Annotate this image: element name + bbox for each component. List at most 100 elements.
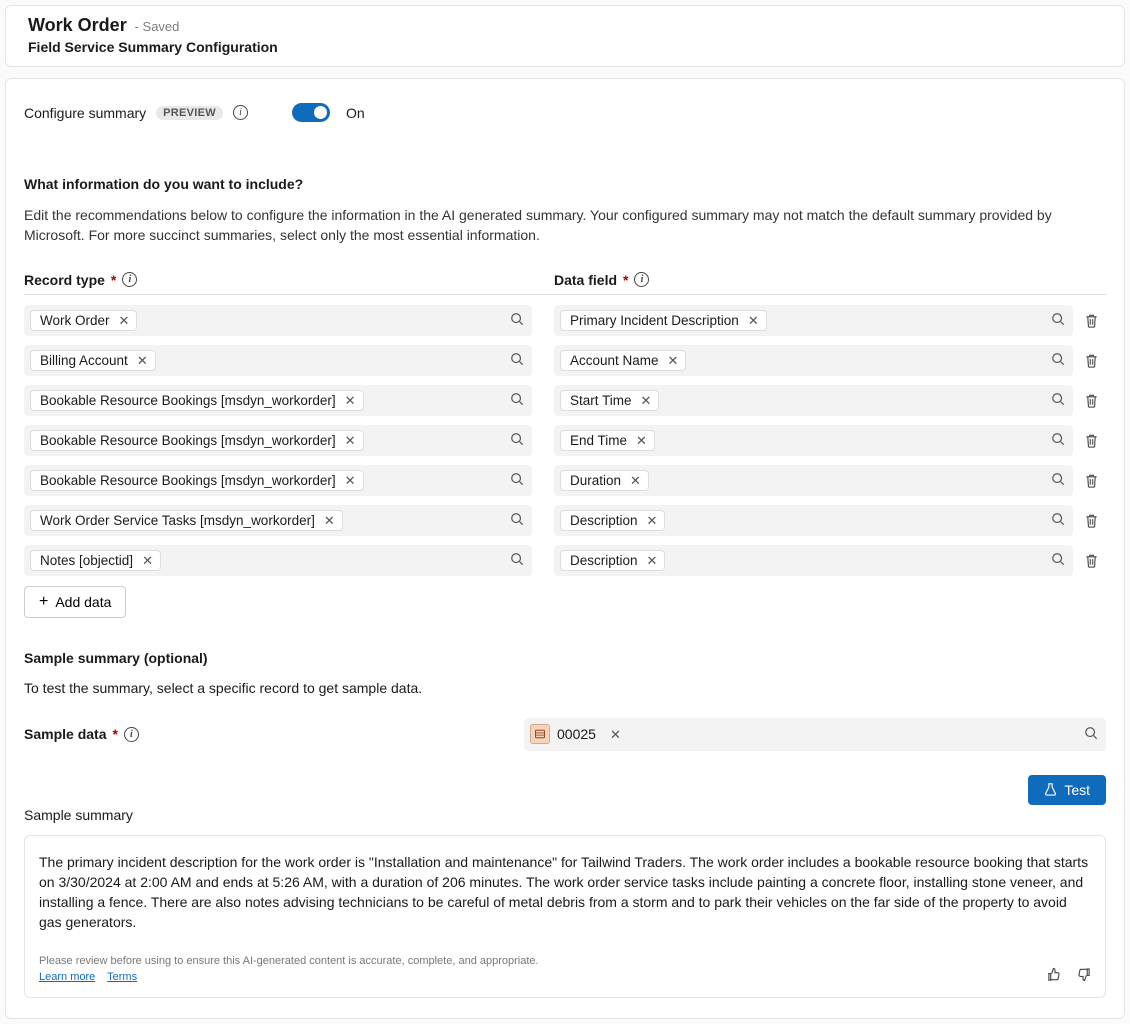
selected-chip: Description✕ — [560, 550, 665, 571]
close-icon[interactable]: ✕ — [636, 434, 647, 447]
learn-more-link[interactable]: Learn more — [39, 971, 95, 983]
info-icon[interactable]: i — [634, 272, 649, 287]
search-icon[interactable] — [1051, 352, 1065, 369]
search-icon[interactable] — [510, 512, 524, 529]
terms-link[interactable]: Terms — [107, 971, 137, 983]
record-type-lookup[interactable]: Bookable Resource Bookings [msdyn_workor… — [24, 425, 532, 456]
search-icon[interactable] — [1051, 392, 1065, 409]
info-icon[interactable]: i — [233, 105, 248, 120]
test-button-label: Test — [1064, 782, 1090, 798]
page-header-card: Work Order - Saved Field Service Summary… — [5, 5, 1125, 67]
close-icon[interactable]: ✕ — [142, 554, 153, 567]
thumbs-down-icon[interactable] — [1076, 967, 1091, 985]
info-icon[interactable]: i — [122, 272, 137, 287]
config-row: Bookable Resource Bookings [msdyn_workor… — [24, 385, 1106, 416]
selected-chip: Start Time ✕ — [560, 390, 659, 411]
config-row: Bookable Resource Bookings [msdyn_workor… — [24, 425, 1106, 456]
search-icon[interactable] — [1051, 512, 1065, 529]
sample-data-value: 00025 — [557, 726, 596, 742]
config-row: Notes [objectid]✕ Description✕ — [24, 545, 1106, 576]
data-field-lookup[interactable]: End Time✕ — [554, 425, 1073, 456]
page-subtitle: Field Service Summary Configuration — [28, 39, 1102, 55]
chip-label: Bookable Resource Bookings [msdyn_workor… — [40, 433, 336, 448]
data-field-lookup[interactable]: Duration ✕ — [554, 465, 1073, 496]
delete-row-button[interactable] — [1076, 393, 1106, 408]
chip-label: Description — [570, 513, 638, 528]
config-row: Billing Account✕Account Name✕ — [24, 345, 1106, 376]
search-icon[interactable] — [1051, 472, 1065, 489]
data-field-lookup[interactable]: Description ✕ — [554, 505, 1073, 536]
close-icon[interactable]: ✕ — [345, 434, 356, 447]
sample-summary-hint: To test the summary, select a specific r… — [24, 680, 1106, 696]
close-icon[interactable]: ✕ — [345, 394, 356, 407]
search-icon[interactable] — [510, 432, 524, 449]
record-type-lookup[interactable]: Bookable Resource Bookings [msdyn_workor… — [24, 385, 532, 416]
delete-row-button[interactable] — [1076, 513, 1106, 528]
record-type-lookup[interactable]: Work Order✕ — [24, 305, 532, 336]
selected-chip: Account Name✕ — [560, 350, 686, 371]
delete-row-button[interactable] — [1076, 553, 1106, 568]
chip-label: Duration — [570, 473, 621, 488]
data-field-header: Data field — [554, 272, 617, 288]
thumbs-up-icon[interactable] — [1047, 967, 1062, 985]
close-icon[interactable]: ✕ — [647, 554, 658, 567]
chip-label: Billing Account — [40, 353, 128, 368]
main-card: Configure summary PREVIEW i On What info… — [5, 78, 1125, 1019]
data-field-lookup[interactable]: Start Time ✕ — [554, 385, 1073, 416]
data-field-lookup[interactable]: Primary Incident Description✕ — [554, 305, 1073, 336]
selected-chip: Notes [objectid]✕ — [30, 550, 161, 571]
data-field-lookup[interactable]: Description✕ — [554, 545, 1073, 576]
close-icon[interactable]: ✕ — [324, 514, 335, 527]
sample-data-label: Sample data — [24, 726, 106, 742]
record-type-lookup[interactable]: Bookable Resource Bookings [msdyn_workor… — [24, 465, 532, 496]
configure-summary-toggle[interactable] — [292, 103, 330, 122]
delete-row-button[interactable] — [1076, 433, 1106, 448]
include-description: Edit the recommendations below to config… — [24, 205, 1106, 246]
add-data-button[interactable]: + Add data — [24, 586, 126, 618]
info-icon[interactable]: i — [124, 727, 139, 742]
search-icon[interactable] — [510, 392, 524, 409]
config-row: Bookable Resource Bookings [msdyn_workor… — [24, 465, 1106, 496]
data-field-lookup[interactable]: Account Name✕ — [554, 345, 1073, 376]
close-icon[interactable]: ✕ — [137, 354, 148, 367]
close-icon[interactable]: ✕ — [119, 314, 130, 327]
close-icon[interactable]: ✕ — [668, 354, 679, 367]
sample-summary-box: The primary incident description for the… — [24, 835, 1106, 998]
close-icon[interactable]: ✕ — [610, 728, 621, 741]
record-type-lookup[interactable]: Work Order Service Tasks [msdyn_workorde… — [24, 505, 532, 536]
search-icon[interactable] — [510, 312, 524, 329]
chip-label: Start Time — [570, 393, 632, 408]
search-icon[interactable] — [1051, 552, 1065, 569]
selected-chip: Duration ✕ — [560, 470, 649, 491]
close-icon[interactable]: ✕ — [630, 474, 641, 487]
record-type-lookup[interactable]: Billing Account ✕ — [24, 345, 532, 376]
configure-summary-label: Configure summary — [24, 105, 146, 121]
close-icon[interactable]: ✕ — [647, 514, 658, 527]
search-icon[interactable] — [510, 472, 524, 489]
selected-chip: Primary Incident Description✕ — [560, 310, 767, 331]
search-icon[interactable] — [510, 552, 524, 569]
delete-row-button[interactable] — [1076, 473, 1106, 488]
record-type-lookup[interactable]: Notes [objectid]✕ — [24, 545, 532, 576]
include-question: What information do you want to include? — [24, 176, 1106, 192]
selected-chip: Work Order Service Tasks [msdyn_workorde… — [30, 510, 343, 531]
chip-label: Bookable Resource Bookings [msdyn_workor… — [40, 473, 336, 488]
search-icon[interactable] — [1084, 726, 1098, 743]
record-entity-icon — [530, 724, 550, 744]
close-icon[interactable]: ✕ — [641, 394, 652, 407]
delete-row-button[interactable] — [1076, 313, 1106, 328]
delete-row-button[interactable] — [1076, 353, 1106, 368]
close-icon[interactable]: ✕ — [748, 314, 759, 327]
search-icon[interactable] — [1051, 312, 1065, 329]
search-icon[interactable] — [510, 352, 524, 369]
close-icon[interactable]: ✕ — [345, 474, 356, 487]
selected-chip: Work Order✕ — [30, 310, 137, 331]
sample-summary-heading: Sample summary — [24, 807, 1106, 823]
chip-label: Bookable Resource Bookings [msdyn_workor… — [40, 393, 336, 408]
search-icon[interactable] — [1051, 432, 1065, 449]
test-button[interactable]: Test — [1028, 775, 1106, 805]
chip-label: Work Order Service Tasks [msdyn_workorde… — [40, 513, 315, 528]
required-indicator: * — [112, 726, 117, 742]
selected-chip: Bookable Resource Bookings [msdyn_workor… — [30, 430, 364, 451]
sample-data-lookup[interactable]: 00025 ✕ — [524, 718, 1106, 751]
